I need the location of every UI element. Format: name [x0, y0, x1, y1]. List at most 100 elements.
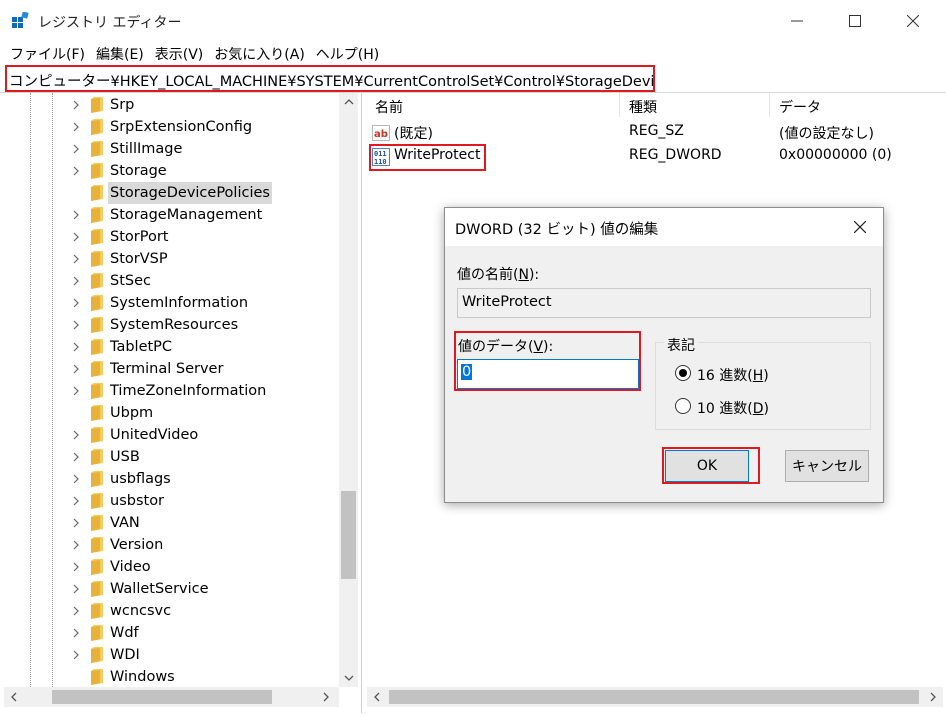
radio-hexadecimal[interactable]	[675, 365, 691, 381]
scroll-left-button[interactable]	[4, 687, 24, 707]
chevron-right-icon[interactable]	[70, 363, 82, 375]
tree-item[interactable]: TabletPC	[4, 336, 339, 358]
radio-decimal[interactable]	[675, 398, 691, 414]
radio-hexadecimal-label[interactable]: 16 進数(H)	[697, 365, 769, 385]
tree-vertical-scrollbar[interactable]	[339, 93, 358, 687]
tree-item[interactable]: Ubpm	[4, 402, 339, 424]
scroll-left-button[interactable]	[367, 687, 387, 707]
chevron-right-icon[interactable]	[70, 539, 82, 551]
folder-icon	[91, 295, 103, 311]
scroll-down-button[interactable]	[339, 669, 358, 687]
tree-item[interactable]: StSec	[4, 270, 339, 292]
tree-item[interactable]: SrpExtensionConfig	[4, 116, 339, 138]
folder-icon	[91, 449, 103, 465]
dialog-close-button[interactable]	[849, 217, 871, 237]
folder-icon	[91, 647, 103, 663]
tree-item-label: TimeZoneInformation	[110, 383, 267, 399]
column-divider[interactable]	[619, 93, 620, 117]
tree-item-label: StillImage	[110, 141, 183, 157]
tree-item[interactable]: StorPort	[4, 226, 339, 248]
folder-icon	[91, 537, 103, 553]
chevron-right-icon[interactable]	[70, 517, 82, 529]
tree-item[interactable]: Windows	[4, 666, 339, 688]
ok-button[interactable]: OK	[665, 450, 749, 482]
tree-item[interactable]: WalletService	[4, 578, 339, 600]
chevron-right-icon[interactable]	[70, 649, 82, 661]
value-data-input[interactable]: 0	[457, 359, 639, 389]
column-divider[interactable]	[769, 93, 770, 117]
value-row-default[interactable]: ab (既定) REG_SZ (値の設定なし)	[367, 121, 943, 145]
tree-item[interactable]: Storage	[4, 160, 339, 182]
dialog-title-bar: DWORD (32 ビット) 値の編集	[445, 208, 883, 246]
folder-icon	[91, 383, 103, 399]
column-header-name[interactable]: 名前	[375, 97, 403, 117]
scroll-thumb[interactable]	[389, 690, 919, 704]
chevron-right-icon[interactable]	[70, 165, 82, 177]
value-data: (値の設定なし)	[779, 126, 874, 142]
scroll-right-button[interactable]	[923, 687, 943, 707]
chevron-right-icon[interactable]	[70, 143, 82, 155]
tree-item[interactable]: Wdf	[4, 622, 339, 644]
cancel-button[interactable]: キャンセル	[785, 450, 869, 482]
chevron-right-icon[interactable]	[70, 253, 82, 265]
chevron-right-icon[interactable]	[70, 121, 82, 133]
folder-icon	[91, 669, 103, 685]
tree-item[interactable]: VAN	[4, 512, 339, 534]
minimize-button[interactable]	[782, 8, 812, 34]
tree-item[interactable]: SystemInformation	[4, 292, 339, 314]
chevron-right-icon[interactable]	[70, 605, 82, 617]
tree-item[interactable]: WDI	[4, 644, 339, 666]
radio-decimal-label[interactable]: 10 進数(D)	[697, 398, 769, 418]
folder-icon	[91, 405, 103, 421]
chevron-right-icon[interactable]	[70, 231, 82, 243]
tree-item[interactable]: usbstor	[4, 490, 339, 512]
chevron-right-icon[interactable]	[70, 297, 82, 309]
tree-item-label: StorPort	[110, 229, 169, 245]
menu-help[interactable]: ヘルプ(H)	[312, 42, 386, 64]
chevron-right-icon[interactable]	[70, 209, 82, 221]
menu-edit[interactable]: 編集(E)	[92, 42, 151, 64]
column-header-type[interactable]: 種類	[629, 97, 657, 117]
close-button[interactable]	[898, 8, 928, 34]
tree-item[interactable]: Version	[4, 534, 339, 556]
value-name-label: 値の名前(N):	[457, 267, 540, 283]
chevron-right-icon[interactable]	[70, 583, 82, 595]
chevron-right-icon[interactable]	[70, 561, 82, 573]
chevron-right-icon[interactable]	[70, 451, 82, 463]
tree-item[interactable]: Terminal Server	[4, 358, 339, 380]
scroll-right-button[interactable]	[316, 687, 336, 707]
chevron-right-icon[interactable]	[70, 473, 82, 485]
chevron-right-icon[interactable]	[70, 495, 82, 507]
chevron-right-icon[interactable]	[70, 627, 82, 639]
tree-horizontal-scrollbar[interactable]	[4, 687, 339, 707]
address-bar[interactable]: コンピューター¥HKEY_LOCAL_MACHINE¥SYSTEM¥Curren…	[5, 65, 655, 92]
chevron-right-icon[interactable]	[70, 99, 82, 111]
list-horizontal-scrollbar[interactable]	[367, 687, 943, 707]
tree-item[interactable]: StorageManagement	[4, 204, 339, 226]
scroll-up-button[interactable]	[339, 93, 358, 111]
chevron-right-icon[interactable]	[70, 319, 82, 331]
tree-item[interactable]: StorageDevicePolicies	[4, 182, 339, 204]
tree-item[interactable]: SystemResources	[4, 314, 339, 336]
chevron-right-icon[interactable]	[70, 385, 82, 397]
maximize-button[interactable]	[840, 8, 870, 34]
chevron-right-icon[interactable]	[70, 341, 82, 353]
tree-item[interactable]: Srp	[4, 94, 339, 116]
tree-item[interactable]: usbflags	[4, 468, 339, 490]
chevron-right-icon[interactable]	[70, 275, 82, 287]
menu-favorites[interactable]: お気に入り(A)	[210, 42, 312, 64]
menu-file[interactable]: ファイル(F)	[6, 42, 92, 64]
scroll-thumb[interactable]	[52, 690, 272, 704]
tree-item[interactable]: UnitedVideo	[4, 424, 339, 446]
tree-item[interactable]: wcncsvc	[4, 600, 339, 622]
menu-view[interactable]: 表示(V)	[151, 42, 211, 64]
tree-item[interactable]: StillImage	[4, 138, 339, 160]
tree-item[interactable]: USB	[4, 446, 339, 468]
svg-text:ab: ab	[374, 129, 388, 140]
tree-item[interactable]: Video	[4, 556, 339, 578]
tree-item[interactable]: StorVSP	[4, 248, 339, 270]
chevron-right-icon[interactable]	[70, 429, 82, 441]
tree-item[interactable]: TimeZoneInformation	[4, 380, 339, 402]
scroll-thumb[interactable]	[341, 491, 356, 579]
column-header-data[interactable]: データ	[779, 97, 821, 117]
